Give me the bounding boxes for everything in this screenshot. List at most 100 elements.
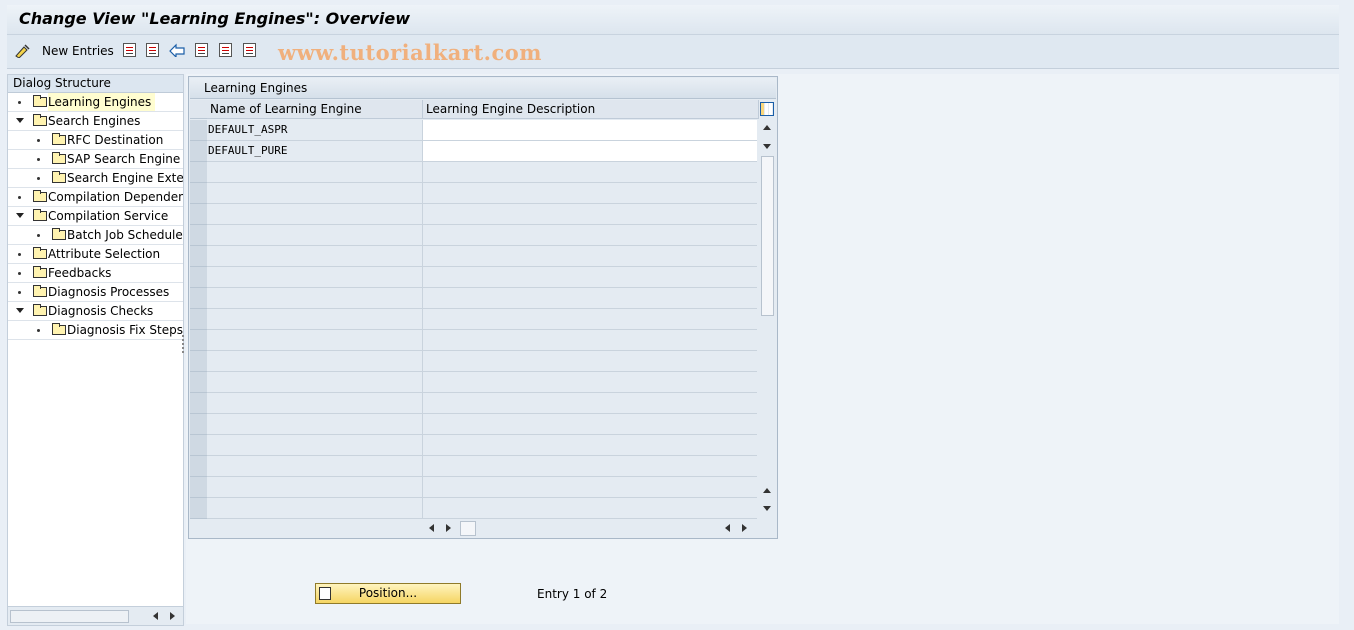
select-all-icon[interactable] [195, 43, 208, 57]
copy-icon[interactable] [123, 43, 136, 57]
tree-item[interactable]: Diagnosis Fix Steps [8, 321, 183, 340]
row-selector[interactable] [190, 267, 207, 288]
cell-engine-name [207, 225, 423, 246]
position-icon [319, 587, 331, 600]
row-selector[interactable] [190, 393, 207, 414]
row-selector[interactable] [190, 477, 207, 498]
row-selector[interactable] [190, 498, 207, 519]
tree-item-label[interactable]: RFC Destination [67, 131, 167, 149]
cell-engine-description [423, 477, 757, 498]
cell-engine-description[interactable] [423, 120, 757, 141]
tree-item-label[interactable]: Feedbacks [48, 264, 115, 282]
column-header-description[interactable]: Learning Engine Description [423, 100, 759, 119]
scroll-right-icon[interactable] [170, 612, 175, 620]
tree-item[interactable]: Search Engine Exten [8, 169, 183, 188]
row-selector[interactable] [190, 309, 207, 330]
tree-item[interactable]: Batch Job Schedule [8, 226, 183, 245]
folder-icon [33, 266, 47, 278]
cell-engine-name [207, 162, 423, 183]
tree-item[interactable]: SAP Search Engine [8, 150, 183, 169]
position-button[interactable]: Position... [315, 583, 461, 604]
scroll-up-icon[interactable] [763, 125, 771, 130]
row-selector[interactable] [190, 246, 207, 267]
cell-engine-description [423, 435, 757, 456]
tree-item-label[interactable]: Compilation Dependency [48, 188, 183, 206]
scroll-page-up-icon[interactable] [763, 488, 771, 493]
cell-engine-description [423, 456, 757, 477]
cell-engine-name [207, 267, 423, 288]
leaf-node-icon [18, 253, 21, 256]
col-scroll-left-icon[interactable] [429, 524, 434, 532]
row-selector[interactable] [190, 120, 207, 141]
tree-item[interactable]: Compilation Service [8, 207, 183, 226]
row-selector[interactable] [190, 414, 207, 435]
folder-icon [33, 247, 47, 259]
folder-icon [33, 285, 47, 297]
left-scroll-thumb[interactable] [10, 610, 129, 623]
folder-icon [33, 304, 47, 316]
tree-item-label[interactable]: Attribute Selection [48, 245, 164, 263]
tree-item-label[interactable]: Batch Job Schedule [67, 226, 183, 244]
leaf-node-icon [18, 291, 21, 294]
tree-item-label[interactable]: Diagnosis Fix Steps [67, 321, 183, 339]
vertical-scroll-thumb[interactable] [761, 156, 774, 316]
row-selector[interactable] [190, 435, 207, 456]
scroll-page-down-icon[interactable] [763, 506, 771, 511]
scroll-left-icon[interactable] [153, 612, 158, 620]
tree-item-label[interactable]: Search Engines [48, 112, 144, 130]
folder-icon [52, 228, 66, 240]
cell-engine-name [207, 435, 423, 456]
row-selector[interactable] [190, 141, 207, 162]
horizontal-scroll-thumb[interactable] [460, 521, 476, 536]
tree-item[interactable]: Diagnosis Checks [8, 302, 183, 321]
col-scroll-left-end-icon[interactable] [725, 524, 730, 532]
cell-engine-name [207, 246, 423, 267]
column-header-name[interactable]: Name of Learning Engine [207, 100, 423, 119]
expanded-node-icon[interactable] [16, 118, 24, 123]
table-vertical-scrollbar[interactable] [759, 120, 775, 518]
leaf-node-icon [37, 177, 40, 180]
cell-engine-description[interactable] [423, 141, 757, 162]
cell-engine-name [207, 351, 423, 372]
table-settings-icon[interactable] [760, 102, 774, 116]
tree-item[interactable]: Compilation Dependency [8, 188, 183, 207]
tree-item[interactable]: Attribute Selection [8, 245, 183, 264]
row-selector[interactable] [190, 162, 207, 183]
row-selector[interactable] [190, 456, 207, 477]
col-scroll-right-icon[interactable] [446, 524, 451, 532]
cell-engine-name[interactable]: DEFAULT_PURE [207, 141, 423, 162]
row-selector[interactable] [190, 372, 207, 393]
tree-item-label[interactable]: Compilation Service [48, 207, 172, 225]
select-block-icon[interactable] [219, 43, 232, 57]
delete-icon[interactable] [146, 43, 159, 57]
position-button-label: Position... [358, 586, 418, 600]
row-selector[interactable] [190, 288, 207, 309]
tree-item-label[interactable]: Diagnosis Processes [48, 283, 173, 301]
folder-icon [52, 171, 66, 183]
tree-item[interactable]: RFC Destination [8, 131, 183, 150]
tree-item[interactable]: Search Engines [8, 112, 183, 131]
row-selector[interactable] [190, 225, 207, 246]
expanded-node-icon[interactable] [16, 213, 24, 218]
row-selector[interactable] [190, 204, 207, 225]
tree-item-label[interactable]: Learning Engines [48, 93, 156, 111]
deselect-all-icon[interactable] [243, 43, 256, 57]
cell-engine-name[interactable]: DEFAULT_ASPR [207, 120, 423, 141]
scroll-down-icon[interactable] [763, 144, 771, 149]
tree-item[interactable]: Feedbacks [8, 264, 183, 283]
col-scroll-right-end-icon[interactable] [742, 524, 747, 532]
expanded-node-icon[interactable] [16, 308, 24, 313]
tree-item[interactable]: Diagnosis Processes [8, 283, 183, 302]
leaf-node-icon [37, 158, 40, 161]
row-selector[interactable] [190, 351, 207, 372]
row-selector[interactable] [190, 183, 207, 204]
undo-change-icon[interactable] [169, 43, 185, 59]
tree-item-label[interactable]: SAP Search Engine [67, 150, 183, 168]
tree-item[interactable]: Learning Engines [8, 93, 183, 112]
select-all-rows-cell[interactable] [190, 100, 207, 119]
new-entries-button[interactable]: New Entries [14, 43, 114, 59]
left-horizontal-scrollbar[interactable] [8, 606, 183, 625]
tree-item-label[interactable]: Search Engine Exten [67, 169, 183, 187]
tree-item-label[interactable]: Diagnosis Checks [48, 302, 157, 320]
row-selector[interactable] [190, 330, 207, 351]
